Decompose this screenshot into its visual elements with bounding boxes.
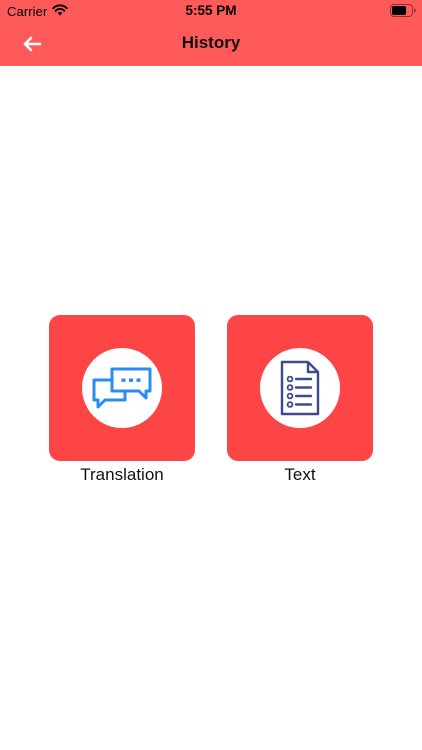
page-title: History — [181, 33, 241, 52]
status-bar: Carrier 5:55 PM — [0, 0, 422, 22]
clock: 5:55 PM — [185, 3, 237, 18]
translation-history-button[interactable] — [49, 315, 195, 461]
text-label[interactable]: Text — [227, 465, 373, 485]
navigation-bar: History — [0, 22, 422, 66]
chat-bubbles-icon — [92, 367, 152, 409]
header: Carrier 5:55 PM History — [0, 0, 422, 66]
translation-label[interactable]: Translation — [49, 465, 195, 485]
document-list-icon — [280, 360, 320, 416]
text-icon-circle — [260, 348, 340, 428]
battery-icon — [390, 4, 416, 17]
translation-icon-circle — [82, 348, 162, 428]
text-history-button[interactable] — [227, 315, 373, 461]
